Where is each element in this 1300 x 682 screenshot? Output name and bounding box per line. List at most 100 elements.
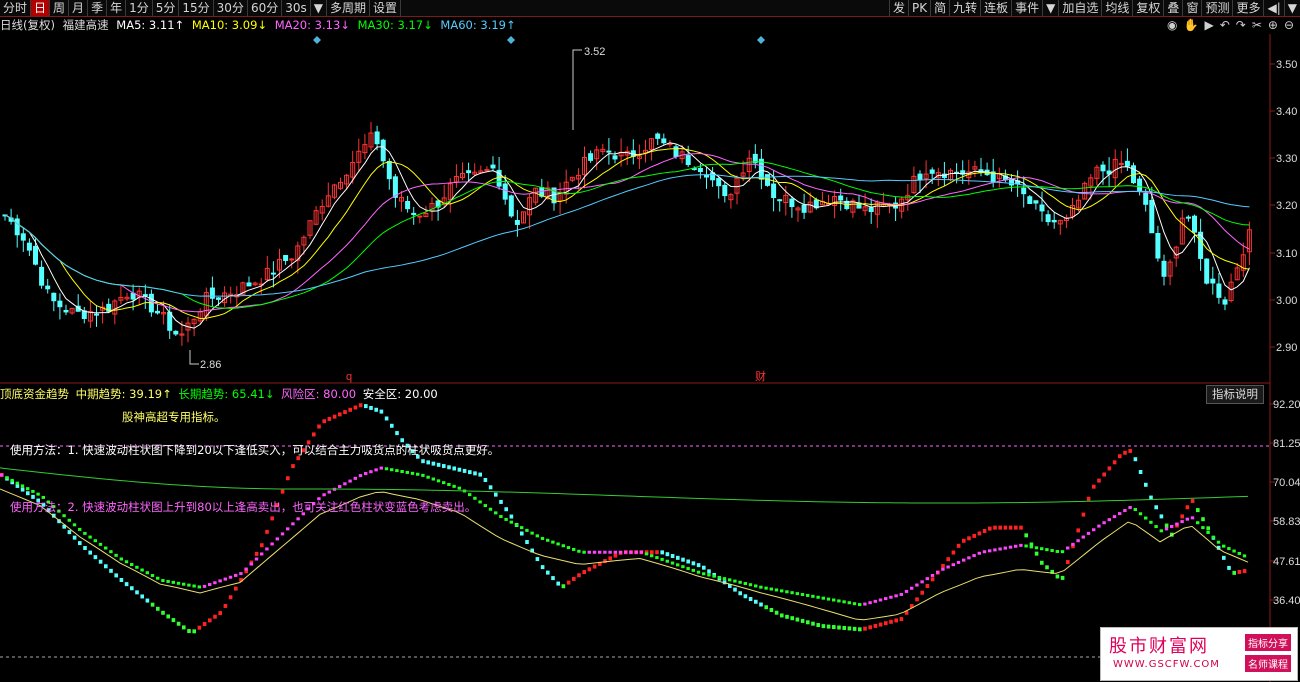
mid-trend-bar bbox=[774, 588, 779, 592]
indicator-bar bbox=[161, 610, 165, 615]
candle-down bbox=[33, 245, 38, 265]
kline-chart[interactable]: 3.50 3.40 3.30 3.20 3.10 3.00 2.90 92.20 81.25 70… bbox=[0, 0, 1300, 682]
mid-trend-bar bbox=[1175, 522, 1179, 526]
indicator-bar bbox=[660, 550, 664, 555]
indicator-bar bbox=[821, 624, 826, 629]
mid-trend-bar bbox=[795, 592, 799, 596]
indicator-bar bbox=[317, 424, 321, 429]
indicator-bar bbox=[941, 563, 945, 568]
candle-down bbox=[588, 153, 594, 161]
indicator-bar bbox=[447, 465, 451, 470]
mid-trend-bar bbox=[1206, 530, 1210, 534]
mid-trend-bar bbox=[618, 550, 623, 554]
candle-down bbox=[655, 133, 661, 139]
mid-trend-bar bbox=[1190, 516, 1195, 520]
indicator-bar bbox=[26, 491, 30, 496]
indicator-bar bbox=[384, 416, 389, 421]
mid-trend-bar bbox=[1071, 542, 1075, 546]
mid-trend-bar bbox=[124, 560, 129, 564]
mid-trend-bar bbox=[702, 572, 706, 576]
indicator-bar bbox=[358, 403, 363, 408]
indicator-bar bbox=[696, 563, 701, 568]
indicator-bar bbox=[83, 546, 87, 551]
mid-trend-bar bbox=[395, 469, 399, 473]
candle-down bbox=[1124, 160, 1130, 167]
mid-trend-bar bbox=[1055, 549, 1059, 553]
indicator-bar bbox=[551, 576, 555, 581]
mid-trend-bar bbox=[738, 580, 742, 584]
mid-trend-bar bbox=[863, 602, 867, 606]
mid-trend-bar bbox=[119, 557, 123, 561]
indicator-bar bbox=[364, 404, 368, 409]
indicator-bar bbox=[1196, 508, 1200, 513]
candle-down bbox=[283, 255, 289, 261]
watermark-url: WWW.GSCFW.COM bbox=[1113, 659, 1220, 670]
indicator-bar bbox=[733, 587, 737, 592]
indicator-bar bbox=[109, 568, 113, 573]
indicator-note-1: 股神高超专用指标。 bbox=[122, 410, 226, 424]
indicator-bar bbox=[868, 625, 872, 630]
ma30-line bbox=[4, 161, 1250, 309]
mid-trend-bar bbox=[1201, 526, 1205, 530]
indicator-bar bbox=[130, 586, 134, 591]
mid-trend-bar bbox=[1102, 521, 1106, 525]
indicator-bar bbox=[1024, 533, 1028, 538]
mid-trend-bar bbox=[572, 547, 576, 551]
candle-down bbox=[1216, 283, 1222, 298]
candle-down bbox=[380, 139, 386, 162]
mid-trend-bar bbox=[1164, 527, 1169, 531]
candle-down bbox=[1027, 196, 1033, 205]
mid-trend-bar bbox=[540, 536, 545, 540]
indicator-bar bbox=[254, 551, 259, 556]
mid-trend-bar bbox=[416, 472, 420, 476]
mid-trend-bar bbox=[624, 550, 628, 554]
candle-down bbox=[14, 218, 20, 236]
mid-trend-bar bbox=[686, 567, 690, 571]
indicator-bar bbox=[863, 626, 867, 631]
candle-down bbox=[490, 164, 496, 169]
mid-trend-bar bbox=[1196, 521, 1200, 525]
mid-trend-bar bbox=[213, 581, 217, 585]
mid-trend-bar bbox=[800, 593, 805, 597]
high-price-label: 3.52 bbox=[584, 46, 605, 58]
candle-down bbox=[838, 195, 844, 201]
indicator-explain-button[interactable]: 指标说明 bbox=[1206, 385, 1264, 404]
mid-trend-bar bbox=[993, 548, 997, 552]
indicator-bar bbox=[280, 489, 285, 494]
mid-trend-bar bbox=[910, 586, 914, 590]
mid-trend-bar bbox=[1066, 546, 1070, 550]
candle-down bbox=[661, 138, 667, 144]
mid-trend-bar bbox=[36, 492, 40, 496]
mid-trend-bar bbox=[140, 568, 144, 572]
candle-down bbox=[685, 155, 691, 166]
mid-trend-bar bbox=[587, 550, 591, 554]
mid-trend-bar bbox=[1024, 544, 1028, 548]
mid-trend-bar bbox=[785, 590, 789, 594]
mid-trend-bar bbox=[582, 550, 586, 554]
indicator-bar bbox=[977, 531, 982, 536]
indicator-bar bbox=[1232, 570, 1236, 575]
price-axis-label: 3.30 bbox=[1276, 153, 1297, 165]
indicator-bar bbox=[561, 584, 566, 589]
candle-down bbox=[63, 309, 69, 313]
candle-down bbox=[917, 173, 923, 181]
indicator-bar bbox=[182, 625, 186, 630]
mid-trend-bar bbox=[1123, 509, 1127, 513]
mid-trend-bar bbox=[665, 559, 669, 563]
mid-trend-bar bbox=[468, 493, 472, 497]
mid-trend-bar bbox=[561, 544, 565, 548]
indicator-bar bbox=[1076, 528, 1080, 533]
mid-trend-bar bbox=[176, 581, 181, 585]
ma5-line bbox=[4, 142, 1250, 329]
indicator-bar bbox=[20, 487, 25, 492]
risk-zone-value: 风险区: 80.00 bbox=[281, 387, 357, 401]
mid-trend-bar bbox=[431, 477, 435, 481]
indicator-bar bbox=[681, 557, 685, 562]
indicator-bar bbox=[322, 419, 326, 424]
indicator-bar bbox=[702, 565, 706, 570]
mid-trend-bar bbox=[20, 484, 25, 488]
indicator-bar bbox=[686, 559, 690, 564]
mid-trend-bar bbox=[613, 550, 617, 554]
event-diamond bbox=[507, 36, 515, 44]
indicator-bar bbox=[962, 538, 966, 543]
